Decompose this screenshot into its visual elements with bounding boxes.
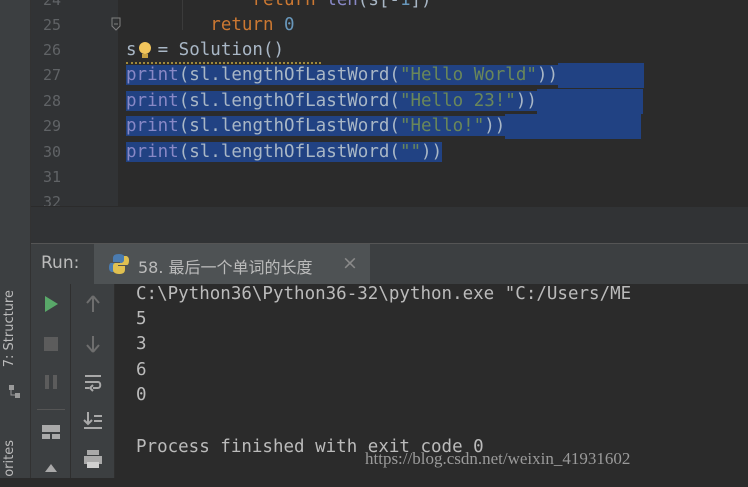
rerun-button[interactable]	[31, 294, 70, 319]
scroll-down-button[interactable]	[71, 334, 114, 359]
line-number: 28	[42, 92, 61, 110]
line-number: 24	[42, 0, 61, 9]
line-number: 27	[42, 66, 61, 84]
pin-tab-button[interactable]	[31, 462, 70, 487]
watermark-url: https://blog.csdn.net/weixin_41931602	[365, 449, 631, 468]
line-number: 26	[42, 41, 61, 59]
structure-icon	[7, 383, 23, 401]
fold-marker-icon[interactable]	[111, 16, 121, 31]
python-icon	[108, 253, 130, 275]
arrow-up-icon	[85, 295, 100, 312]
code-line-25: return 0	[126, 15, 295, 35]
restore-layout-button[interactable]	[31, 422, 70, 447]
pause-icon	[44, 375, 57, 389]
run-toolbar-primary	[31, 284, 71, 478]
console-output-line: 5	[136, 309, 147, 329]
stop-button[interactable]	[31, 334, 70, 359]
editor-bottom-bar	[31, 206, 748, 243]
intention-bulb-icon[interactable]	[137, 40, 153, 60]
favorites-tool-tab[interactable]: orites	[2, 440, 28, 477]
code-line-30: print(sl.lengthOfLastWord(""))	[126, 142, 443, 162]
soft-wrap-button[interactable]	[71, 372, 114, 399]
structure-tool-tab[interactable]: 7: Structure	[2, 290, 28, 367]
arrow-down-icon	[85, 336, 100, 353]
toolbar-divider	[37, 409, 65, 410]
run-tab-title: 58. 最后一个单词的长度	[138, 258, 313, 277]
line-number: 25	[42, 16, 61, 34]
line-number: 31	[42, 168, 61, 186]
console-command-line: C:\Python36\Python36-32\python.exe "C:/U…	[136, 284, 632, 304]
layout-icon	[41, 425, 60, 439]
print-button[interactable]	[71, 448, 114, 475]
line-number: 29	[42, 117, 61, 135]
run-toolbar-secondary	[71, 284, 115, 478]
code-line-24: return len(s[-1])	[126, 0, 432, 10]
close-tab-icon[interactable]: ×	[342, 252, 358, 274]
console-output-line: 0	[136, 385, 147, 405]
pin-icon	[44, 464, 57, 472]
code-line-29: print(sl.lengthOfLastWord("Hello!"))​	[126, 114, 642, 139]
play-icon	[44, 296, 58, 312]
line-number: 30	[42, 143, 61, 161]
line-gutter: 24 25 26 27 28 29 30 31 32	[31, 0, 121, 206]
printer-icon	[83, 450, 102, 468]
run-panel-header: Run: 58. 最后一个单词的长度 ×	[31, 243, 748, 284]
run-label: Run:	[41, 253, 80, 273]
stop-icon	[43, 337, 58, 351]
code-line-27: print(sl.lengthOfLastWord("Hello World")…	[126, 63, 644, 88]
scroll-up-button[interactable]	[71, 294, 114, 319]
code-line-28: print(sl.lengthOfLastWord("Hello 23!"))​	[126, 89, 643, 114]
console-output-line: 3	[136, 334, 147, 354]
scroll-to-end-icon	[82, 412, 102, 429]
code-editor[interactable]: 24 25 26 27 28 29 30 31 32 return len(s[…	[31, 0, 748, 206]
scroll-to-end-button[interactable]	[71, 410, 114, 437]
console-output-line: 6	[136, 360, 147, 380]
soft-wrap-icon	[84, 375, 101, 392]
line-number: 32	[42, 193, 61, 206]
left-tool-strip: 7: Structure orites	[0, 0, 31, 478]
pause-button[interactable]	[31, 372, 70, 397]
run-config-tab[interactable]: 58. 最后一个单词的长度 ×	[94, 244, 370, 284]
